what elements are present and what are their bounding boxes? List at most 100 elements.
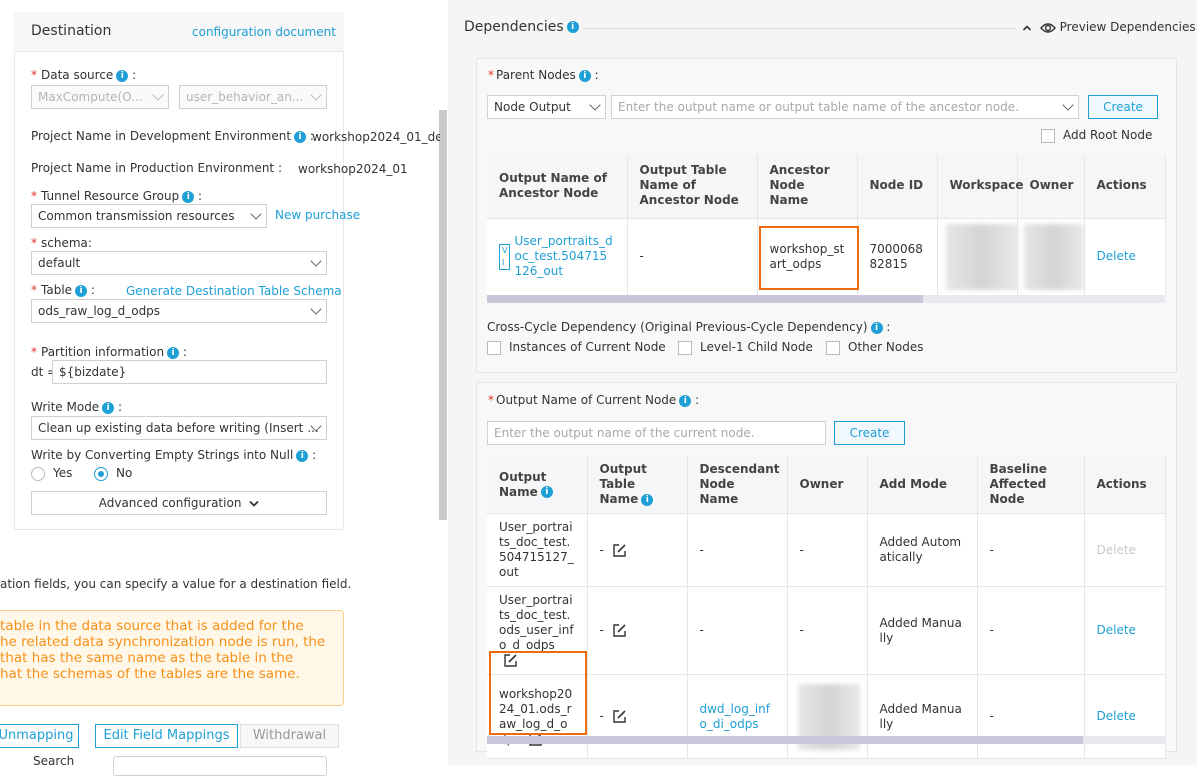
info-icon: i <box>296 449 309 462</box>
info-icon: i <box>540 486 553 498</box>
new-purchase-link[interactable]: New purchase <box>275 208 360 222</box>
add-root-node-checkbox[interactable] <box>1041 128 1055 143</box>
node-output-select[interactable]: Node Output <box>487 95 606 119</box>
table-label: * Table i : <box>31 283 95 297</box>
col-actions: Actions <box>1084 456 1166 514</box>
col-output-table-name: Output Table Name i <box>587 456 688 514</box>
owner-cell <box>1017 218 1085 296</box>
descendant-link[interactable]: dwd_log_info_di_odps <box>700 702 771 731</box>
descendant-cell: - <box>687 513 788 587</box>
info-icon: i <box>679 394 692 407</box>
radio-yes[interactable]: Yes <box>31 466 72 481</box>
prod-project-value: workshop2024_01 <box>298 162 408 176</box>
node-id-cell: 700006882815 <box>857 218 938 296</box>
create-parent-button[interactable]: Create <box>1088 95 1158 119</box>
panel-title: Destination <box>31 23 112 39</box>
table-row: workshop2024_01.ods_raw_log_d_odps - dwd… <box>487 674 1166 759</box>
chevron-down-icon <box>1062 99 1074 111</box>
output-table-cell: - <box>587 674 688 759</box>
output-table-cell: - <box>587 513 688 587</box>
cross-option-instances[interactable]: Instances of Current Node <box>487 340 666 355</box>
chevron-down-icon <box>310 255 322 267</box>
edit-icon[interactable] <box>612 623 627 638</box>
checkbox[interactable] <box>826 340 840 355</box>
create-current-button[interactable]: Create <box>834 421 905 445</box>
search-label: Search <box>33 754 75 768</box>
ancestor-search-select[interactable]: Enter the output name or output table na… <box>611 95 1079 119</box>
info-icon: i <box>294 130 307 143</box>
current-output-label: * Output Name of Current Node i : <box>488 393 700 407</box>
chevron-down-icon <box>310 89 322 101</box>
table-select[interactable]: ods_raw_log_d_odps <box>31 299 327 323</box>
output-name-cell: User_portraits_doc_test.504715127_out <box>487 513 588 587</box>
dev-project-label: Project Name in Development Environment i… <box>31 129 314 143</box>
chevron-down-icon <box>310 303 322 315</box>
edit-icon[interactable] <box>612 543 627 558</box>
owner-cell: - <box>787 513 868 587</box>
left-scrollbar[interactable] <box>439 110 447 520</box>
field-mapping-hint: ation fields, you can specify a value fo… <box>0 577 352 591</box>
ancestor-output-link[interactable]: User_portraits_doc_test.504715126_out <box>514 234 614 279</box>
partition-input[interactable]: ${bizdate} <box>52 360 327 384</box>
dev-project-value: workshop2024_01_dev <box>312 130 440 144</box>
delete-link[interactable]: Delete <box>1097 623 1136 637</box>
schema-label: * schema: <box>31 236 92 250</box>
schema-select[interactable]: default <box>31 251 327 275</box>
radio-yes-circle[interactable] <box>31 466 45 481</box>
table-row: User_portraits_doc_test.ods_user_info_d_… <box>487 586 1166 675</box>
parent-table-scroll-thumb[interactable] <box>487 295 923 303</box>
delete-link[interactable]: Delete <box>1097 709 1136 723</box>
col-ancestor-output-name: Output Name of Ancestor Node <box>487 154 628 219</box>
current-output-input[interactable]: Enter the output name of the current nod… <box>487 421 826 445</box>
delete-action-cell: Delete <box>1084 674 1166 759</box>
edit-icon[interactable] <box>612 709 627 724</box>
chevron-up-icon <box>1022 24 1032 31</box>
dependencies-title: Dependencies i <box>464 19 579 35</box>
col-output-name: Output Name i <box>487 456 588 514</box>
add-mode-cell: Added Automatically <box>867 513 978 587</box>
data-source-name-select[interactable]: user_behavior_an... <box>179 85 327 109</box>
data-source-type-select[interactable]: MaxCompute(O... <box>31 85 169 109</box>
col-add-mode: Add Mode <box>867 456 978 514</box>
search-input[interactable] <box>113 756 327 776</box>
highlight-ancestor-node <box>759 226 859 290</box>
delete-action-cell: Delete <box>1084 513 1166 587</box>
generate-schema-link[interactable]: Generate Destination Table Schema <box>126 284 342 298</box>
title-divider <box>583 28 1015 29</box>
advanced-config-button[interactable]: Advanced configuration <box>31 491 327 515</box>
checkbox[interactable] <box>678 340 692 355</box>
info-icon: i <box>116 69 129 82</box>
descendant-cell: dwd_log_info_di_odps <box>687 674 788 759</box>
ancestor-output-table-cell: - <box>627 218 758 296</box>
baseline-cell: - <box>977 513 1085 587</box>
info-icon: i <box>167 346 180 359</box>
data-source-label: * Data source i : <box>31 68 137 82</box>
cross-option-other[interactable]: Other Nodes <box>826 340 923 355</box>
info-icon: i <box>182 190 195 203</box>
withdrawal-button[interactable]: Withdrawal <box>240 724 339 748</box>
delete-action-cell: Delete <box>1084 218 1166 296</box>
edit-field-mappings-button[interactable]: Edit Field Mappings <box>95 724 238 748</box>
delete-parent-link[interactable]: Delete <box>1097 249 1136 263</box>
info-icon: i <box>578 69 591 82</box>
add-mode-cell: Added Manually <box>867 674 978 759</box>
checkbox[interactable] <box>487 340 501 355</box>
current-output-table: Output Name i Output Table Name i Descenda… <box>487 456 1166 759</box>
chevron-down-icon <box>250 208 262 220</box>
radio-no[interactable]: No <box>94 466 132 481</box>
preview-dependencies[interactable]: Preview Dependencies <box>1022 20 1196 34</box>
chevron-down-icon <box>249 500 259 507</box>
warning-line-3: that has the same name as the table in t… <box>0 650 294 666</box>
unmapping-button[interactable]: Unmapping <box>0 724 79 748</box>
write-mode-select[interactable]: Clean up existing data before writing (I… <box>31 416 327 440</box>
chevron-down-icon <box>589 99 601 111</box>
warning-line-4: hat the schemas of the tables are the sa… <box>0 666 300 682</box>
col-descendant-node: Descendant Node Name <box>687 456 788 514</box>
col-actions: Actions <box>1084 154 1166 219</box>
add-root-node[interactable]: Add Root Node <box>1041 128 1152 143</box>
cross-option-level1[interactable]: Level-1 Child Node <box>678 340 813 355</box>
tunnel-select[interactable]: Common transmission resources <box>31 204 267 228</box>
current-table-scroll-thumb[interactable] <box>487 736 1083 744</box>
config-doc-link[interactable]: configuration document <box>192 25 336 39</box>
radio-no-circle[interactable] <box>94 466 108 481</box>
